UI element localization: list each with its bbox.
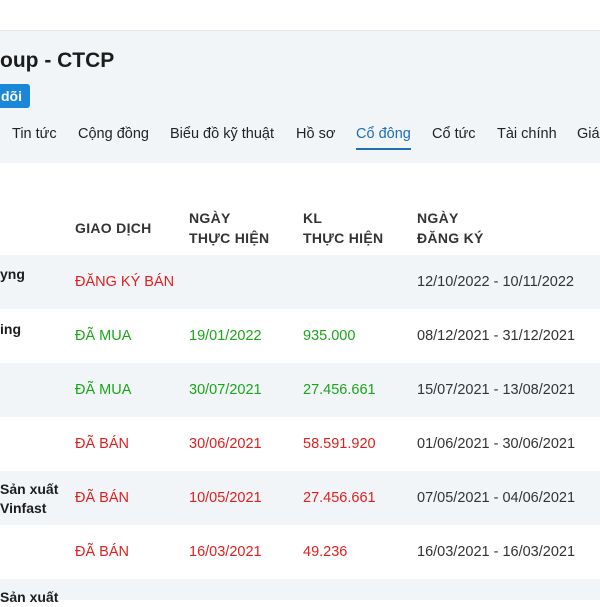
row-volume: 27.456.661 [303,490,376,506]
row-volume: 58.591.920 [303,436,376,452]
row-exec-date: 30/06/2021 [189,436,262,452]
row-transaction: ĐÃ MUA [75,328,132,344]
row-transaction: ĐÃ BÁN [75,490,129,506]
row-volume: 935.000 [303,328,356,344]
header-volume-line1: KL [303,210,323,226]
row-transaction: ĐÃ MUA [75,382,132,398]
tab-technical-chart[interactable]: Biểu đồ kỹ thuật [170,124,274,150]
header-transaction: GIAO DỊCH [75,220,152,236]
row-name: ing [0,321,21,337]
row-name-line2: Vinfast [0,500,47,516]
insider-transactions-table: GIAO DỊCH NGÀY THỰC HIỆN KL THỰC HIỆN NG… [0,163,600,605]
header-volume-line2: THỰC HIỆN [303,230,384,246]
header-reg-date-line1: NGÀY [417,210,459,226]
tab-price[interactable]: Giá [577,124,600,150]
header-reg-date-line2: ĐĂNG KÝ [417,230,484,246]
tab-shareholders[interactable]: Cổ đông [356,124,411,150]
row-reg-period: 16/03/2021 - 16/03/2021 [417,544,576,560]
table-header: GIAO DỊCH NGÀY THỰC HIỆN KL THỰC HIỆN NG… [0,163,600,255]
tab-news[interactable]: Tin tức [12,124,57,150]
table-row: ing ĐÃ MUA 19/01/2022 935.000 08/12/2021… [0,309,600,363]
row-name: Sản xuất [0,589,59,605]
table-row: yng ĐĂNG KÝ BÁN 12/10/2022 - 10/11/2022 [0,255,600,309]
row-reg-period: 08/12/2021 - 31/12/2021 [417,328,576,344]
row-exec-date: 30/07/2021 [189,382,262,398]
row-name: Sản xuất [0,481,59,497]
top-strip [0,0,600,30]
table-row: Sản xuất [0,579,600,605]
tab-dividends[interactable]: Cổ tức [432,124,476,150]
row-transaction: ĐĂNG KÝ BÁN [75,274,175,290]
row-volume: 27.456.661 [303,382,376,398]
row-transaction: ĐÃ BÁN [75,436,129,452]
header-exec-date-line1: NGÀY [189,210,231,226]
row-exec-date: 19/01/2022 [189,328,262,344]
table-row: ĐÃ BÁN 16/03/2021 49.236 16/03/2021 - 16… [0,525,600,579]
row-reg-period: 01/06/2021 - 30/06/2021 [417,436,576,452]
tab-profile[interactable]: Hồ sơ [296,124,335,150]
tab-bar: Tin tức Cộng đồng Biểu đồ kỹ thuật Hồ sơ… [0,119,600,163]
row-reg-period: 15/07/2021 - 13/08/2021 [417,382,576,398]
row-reg-period: 12/10/2022 - 10/11/2022 [417,274,574,290]
row-transaction: ĐÃ BÁN [75,544,129,560]
header-exec-date-line2: THỰC HIỆN [189,230,270,246]
table-row: ĐÃ BÁN 30/06/2021 58.591.920 01/06/2021 … [0,417,600,471]
row-name: yng [0,266,25,282]
table-row: Sản xuất Vinfast ĐÃ BÁN 10/05/2021 27.45… [0,471,600,525]
row-volume: 49.236 [303,544,348,560]
row-exec-date: 16/03/2021 [189,544,262,560]
row-exec-date: 10/05/2021 [189,490,262,506]
tab-finance[interactable]: Tài chính [497,124,557,150]
table-row: ĐÃ MUA 30/07/2021 27.456.661 15/07/2021 … [0,363,600,417]
row-reg-period: 07/05/2021 - 04/06/2021 [417,490,576,506]
company-title: oup - CTCP [0,49,115,72]
company-header: oup - CTCP dõi Tin tức Cộng đồng Biểu đồ… [0,30,600,164]
follow-button[interactable]: dõi [0,84,30,108]
tab-community[interactable]: Cộng đồng [78,124,149,150]
